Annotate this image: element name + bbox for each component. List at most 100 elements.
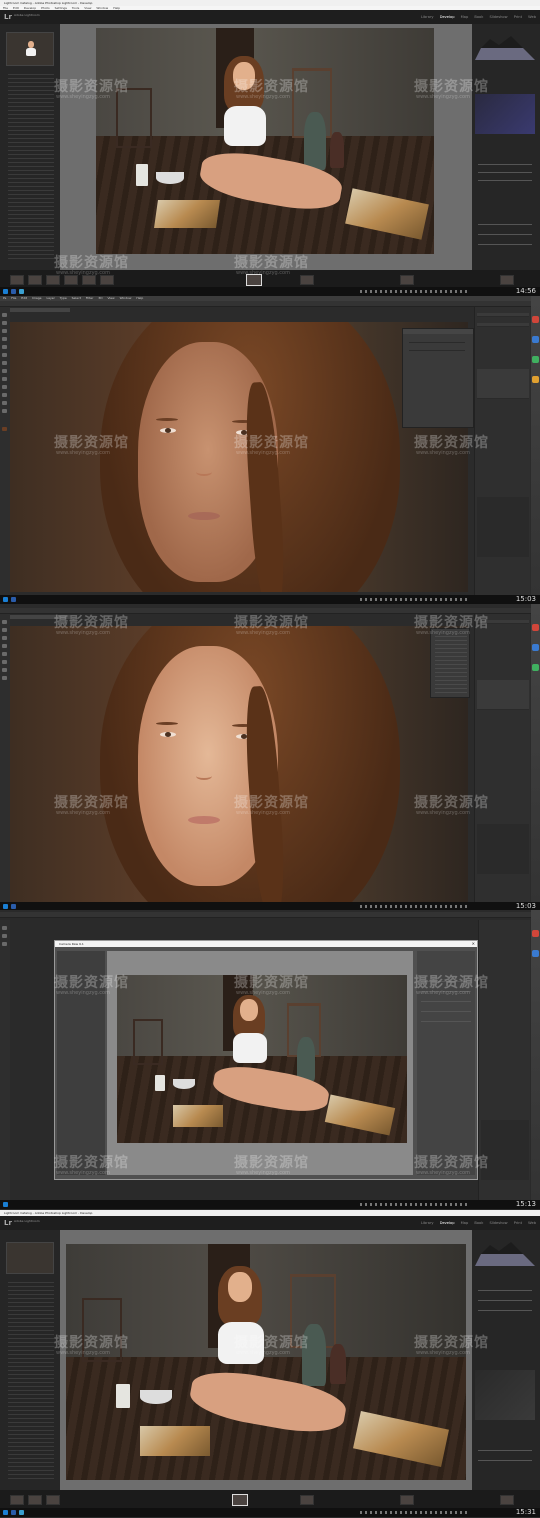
ps-menu-filter[interactable]: Filter [86, 296, 93, 300]
slider-5[interactable] [478, 1460, 532, 1461]
filmstrip-thumb-selected[interactable] [232, 1494, 248, 1506]
foreground-color-swatch[interactable] [2, 427, 7, 431]
filmstrip-thumb[interactable] [100, 275, 114, 285]
module-develop[interactable]: Develop [440, 15, 455, 19]
marquee-tool-icon[interactable] [2, 321, 7, 325]
tray-icons[interactable] [360, 598, 470, 601]
slider-5[interactable] [478, 234, 532, 235]
module-book[interactable]: Book [474, 1221, 483, 1225]
slider-3[interactable] [421, 1001, 471, 1002]
slider-1[interactable] [478, 164, 532, 165]
taskbar-app-icon[interactable] [11, 597, 16, 602]
slider-4[interactable] [478, 1450, 532, 1451]
app-icon[interactable] [532, 950, 539, 957]
tone-curve[interactable] [475, 1370, 535, 1420]
filmstrip-thumb[interactable] [400, 275, 414, 285]
crop-tool-icon[interactable] [2, 644, 7, 648]
taskbar-app-icon[interactable] [11, 904, 16, 909]
dodge-tool-icon[interactable] [2, 377, 7, 381]
ps-menu-help[interactable]: Help [136, 296, 143, 300]
tray-icons[interactable] [360, 905, 470, 908]
lasso-tool-icon[interactable] [2, 329, 7, 333]
close-icon[interactable]: ✕ [472, 941, 475, 947]
navigator-preview[interactable] [6, 32, 54, 66]
ps-document-tab[interactable] [10, 308, 70, 312]
image-canvas[interactable] [60, 1230, 472, 1490]
brush-tool-icon[interactable] [2, 942, 7, 946]
start-icon[interactable] [3, 1202, 8, 1207]
tray-icons[interactable] [360, 290, 470, 293]
ps-menu-view[interactable]: View [107, 296, 114, 300]
filmstrip-thumb[interactable] [10, 275, 24, 285]
ps-menu-select[interactable]: Select [72, 296, 81, 300]
lasso-tool-icon[interactable] [2, 636, 7, 640]
ps-options-bar[interactable] [0, 912, 540, 918]
slider-4[interactable] [421, 1011, 471, 1012]
filmstrip-thumb[interactable] [64, 275, 78, 285]
panel-row[interactable] [477, 313, 529, 317]
app-icon[interactable] [532, 624, 539, 631]
filmstrip-thumb[interactable] [300, 275, 314, 285]
ps-menu-image[interactable]: Image [32, 296, 41, 300]
taskbar-app-icon[interactable] [11, 289, 16, 294]
zoom-tool-icon[interactable] [2, 676, 7, 680]
module-web[interactable]: Web [528, 15, 536, 19]
image-canvas[interactable] [60, 24, 472, 270]
presets-list[interactable] [8, 1280, 54, 1480]
module-web[interactable]: Web [528, 1221, 536, 1225]
module-print[interactable]: Print [514, 1221, 522, 1225]
filmstrip-thumb[interactable] [46, 1495, 60, 1505]
ps-menu-layer[interactable]: Layer [46, 296, 54, 300]
start-icon[interactable] [3, 904, 8, 909]
app-icon[interactable] [532, 644, 539, 651]
ps-menu-type[interactable]: Type [60, 296, 67, 300]
brush-tool-icon[interactable] [2, 345, 7, 349]
slider-3[interactable] [478, 180, 532, 181]
move-tool-icon[interactable] [2, 926, 7, 930]
slider-2[interactable] [478, 1300, 532, 1301]
slider-4[interactable] [478, 224, 532, 225]
presets-list[interactable] [8, 72, 54, 262]
filmstrip-thumb[interactable] [46, 275, 60, 285]
slider-3[interactable] [478, 1310, 532, 1311]
taskbar-app-icon[interactable] [11, 1510, 16, 1515]
adjustments-panel[interactable] [477, 369, 529, 399]
start-icon[interactable] [3, 597, 8, 602]
filmstrip-thumb[interactable] [28, 1495, 42, 1505]
slider-6[interactable] [478, 244, 532, 245]
module-print[interactable]: Print [514, 15, 522, 19]
tray-icons[interactable] [360, 1511, 470, 1514]
module-book[interactable]: Book [474, 15, 483, 19]
ps-menu-file[interactable]: File [11, 296, 16, 300]
actions-list[interactable] [435, 633, 467, 695]
layers-panel[interactable] [477, 497, 529, 557]
module-map[interactable]: Map [461, 1221, 469, 1225]
filmstrip-thumb[interactable] [500, 275, 514, 285]
stamp-tool-icon[interactable] [2, 353, 7, 357]
slider-5[interactable] [421, 1021, 471, 1022]
app-icon[interactable] [532, 336, 539, 343]
photo-closeup-after[interactable] [10, 626, 468, 902]
properties-dialog[interactable] [402, 328, 474, 428]
start-icon[interactable] [3, 289, 8, 294]
filmstrip-thumb[interactable] [82, 275, 96, 285]
app-icon[interactable] [532, 356, 539, 363]
eraser-tool-icon[interactable] [2, 668, 7, 672]
module-slideshow[interactable]: Slideshow [490, 1221, 508, 1225]
app-icon[interactable] [532, 664, 539, 671]
type-tool-icon[interactable] [2, 393, 7, 397]
layers-panel[interactable] [477, 824, 529, 874]
zoom-tool-icon[interactable] [2, 409, 7, 413]
crop-tool-icon[interactable] [2, 337, 7, 341]
slider-1[interactable] [478, 1290, 532, 1291]
taskbar-app-icon[interactable] [19, 289, 24, 294]
marquee-tool-icon[interactable] [2, 628, 7, 632]
app-icon[interactable] [532, 316, 539, 323]
actions-dialog[interactable] [430, 628, 470, 698]
ps-menu-window[interactable]: Window [120, 296, 132, 300]
pen-tool-icon[interactable] [2, 385, 7, 389]
module-map[interactable]: Map [461, 15, 469, 19]
ps-options-bar[interactable] [0, 301, 540, 307]
ps-menu-3d[interactable]: 3D [98, 296, 102, 300]
tray-icons[interactable] [360, 1203, 470, 1206]
